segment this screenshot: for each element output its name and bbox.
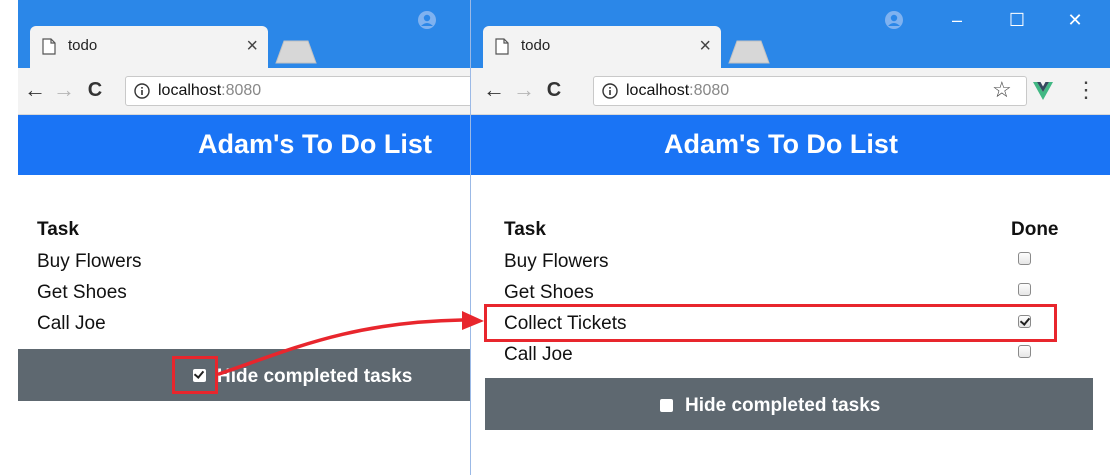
task-row: Buy Flowers bbox=[37, 251, 142, 272]
app-header: Adam's To Do List bbox=[18, 115, 470, 175]
browser-tab-todo[interactable]: todo × bbox=[483, 26, 721, 68]
menu-icon[interactable]: ⋮ bbox=[1075, 78, 1097, 102]
reload-button[interactable]: C bbox=[541, 77, 567, 103]
profile-icon[interactable] bbox=[884, 10, 904, 30]
forward-button[interactable]: → bbox=[511, 77, 537, 103]
task-row: Collect Tickets bbox=[504, 313, 627, 334]
page-icon bbox=[495, 38, 509, 55]
star-icon[interactable]: ☆ bbox=[992, 78, 1012, 102]
browser-toolbar: ← → C localhost:8080 bbox=[18, 68, 470, 115]
new-tab-button[interactable] bbox=[274, 40, 318, 64]
profile-icon[interactable] bbox=[417, 10, 437, 30]
hide-completed-label: Hide completed tasks bbox=[685, 395, 881, 416]
vue-devtools-icon[interactable] bbox=[1033, 82, 1053, 100]
hide-completed-checkbox[interactable] bbox=[660, 399, 673, 412]
back-button[interactable]: ← bbox=[481, 77, 507, 103]
title-bar: todo × bbox=[18, 0, 470, 68]
back-button[interactable]: ← bbox=[22, 77, 48, 103]
forward-button[interactable]: → bbox=[51, 77, 77, 103]
column-header-done: Done bbox=[1011, 219, 1059, 240]
task-row: Get Shoes bbox=[504, 282, 594, 303]
address-bar[interactable]: localhost:8080 bbox=[125, 76, 470, 106]
task-done-checkbox[interactable] bbox=[1018, 252, 1031, 265]
task-row: Call Joe bbox=[504, 344, 573, 365]
tab-title: todo bbox=[68, 37, 98, 54]
address-bar[interactable]: localhost:8080 ☆ bbox=[593, 76, 1027, 106]
title-bar: todo × – ☐ ✕ bbox=[471, 0, 1110, 68]
footer-bar: Hide completed tasks bbox=[485, 378, 1093, 430]
close-window-button[interactable]: ✕ bbox=[1061, 6, 1089, 34]
info-icon[interactable] bbox=[134, 83, 150, 99]
info-icon[interactable] bbox=[602, 83, 618, 99]
hide-completed-label: Hide completed tasks bbox=[217, 366, 413, 387]
browser-window-right: todo × – ☐ ✕ ← → C localhost:8080 ☆ ⋮ Ad… bbox=[470, 0, 1110, 475]
footer-bar: Hide completed tasks bbox=[18, 349, 470, 401]
page-icon bbox=[42, 38, 56, 55]
browser-window-left: todo × ← → C localhost:8080 Adam's To Do… bbox=[18, 0, 470, 475]
reload-button[interactable]: C bbox=[82, 77, 108, 103]
tab-close-icon[interactable]: × bbox=[246, 34, 258, 58]
page-title: Adam's To Do List bbox=[198, 129, 432, 159]
url-text: localhost:8080 bbox=[626, 82, 730, 99]
tab-close-icon[interactable]: × bbox=[699, 34, 711, 58]
hide-completed-checkbox[interactable] bbox=[193, 369, 206, 382]
maximize-button[interactable]: ☐ bbox=[1003, 6, 1031, 34]
tab-title: todo bbox=[521, 37, 551, 54]
url-text: localhost:8080 bbox=[158, 82, 262, 99]
minimize-button[interactable]: – bbox=[943, 6, 971, 34]
task-done-checkbox[interactable] bbox=[1018, 315, 1031, 328]
column-header-task: Task bbox=[504, 219, 546, 240]
task-done-checkbox[interactable] bbox=[1018, 345, 1031, 358]
task-row: Get Shoes bbox=[37, 282, 127, 303]
column-header-task: Task bbox=[37, 219, 79, 240]
task-done-checkbox[interactable] bbox=[1018, 283, 1031, 296]
task-row: Call Joe bbox=[37, 313, 106, 334]
page-title: Adam's To Do List bbox=[664, 129, 898, 159]
browser-toolbar: ← → C localhost:8080 ☆ ⋮ bbox=[471, 68, 1110, 115]
browser-tab-todo[interactable]: todo × bbox=[30, 26, 268, 68]
new-tab-button[interactable] bbox=[727, 40, 771, 64]
app-header: Adam's To Do List bbox=[471, 115, 1110, 175]
task-row: Buy Flowers bbox=[504, 251, 609, 272]
